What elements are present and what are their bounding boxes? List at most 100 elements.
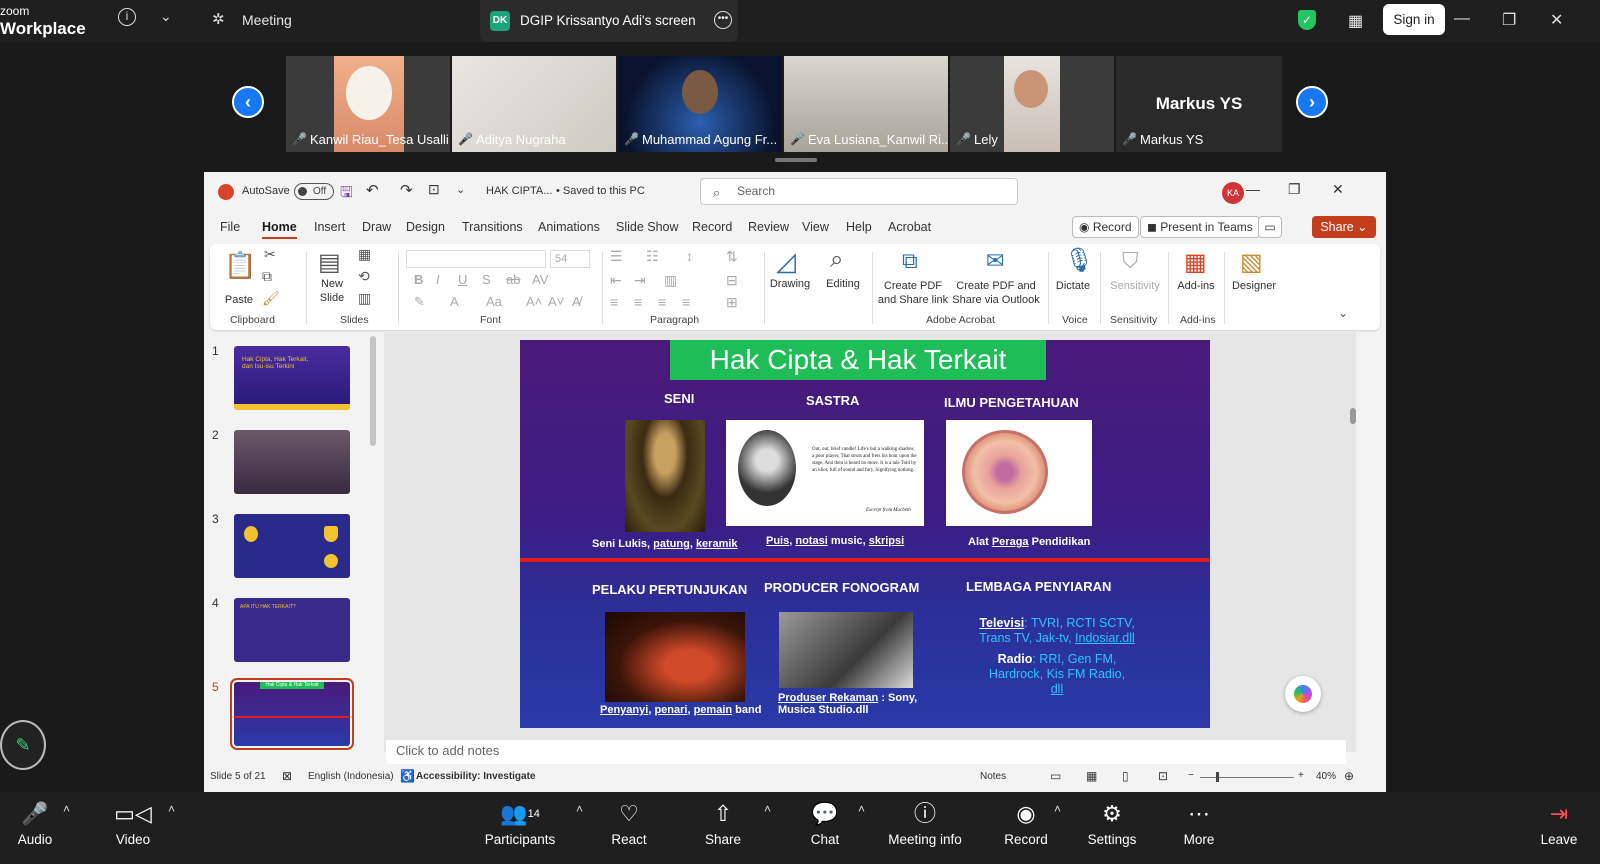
- paste-icon[interactable]: 📋: [224, 250, 256, 281]
- undo-icon[interactable]: ↶: [366, 181, 379, 199]
- slide-thumbnail-2[interactable]: [234, 430, 350, 494]
- new-slide-label-2[interactable]: Slide: [314, 292, 350, 304]
- audio-options-caret[interactable]: ˄: [63, 802, 70, 816]
- clear-format-icon[interactable]: A̸: [572, 294, 581, 309]
- underline-icon[interactable]: U: [458, 272, 467, 287]
- strikethrough-icon[interactable]: ab: [506, 272, 520, 287]
- share-options-caret[interactable]: ˄: [764, 802, 771, 816]
- create-pdf-outlook-label-2[interactable]: Share via Outlook: [950, 294, 1042, 306]
- create-pdf-label-1[interactable]: Create PDF: [874, 280, 952, 292]
- editing-search-icon[interactable]: ⌕: [830, 246, 843, 274]
- tab-draw[interactable]: Draw: [362, 220, 391, 234]
- copilot-icon[interactable]: [1285, 676, 1321, 712]
- file-name[interactable]: HAK CIPTA...: [486, 185, 552, 197]
- participants-button[interactable]: 👥14 Participants: [482, 792, 558, 847]
- save-status[interactable]: • Saved to this PC: [556, 185, 645, 197]
- slideshow-icon[interactable]: ⊡: [1158, 769, 1168, 783]
- fit-slide-icon[interactable]: ⊕: [1344, 769, 1354, 783]
- sensitivity-button-label[interactable]: Sensitivity: [1104, 280, 1166, 292]
- align-text-icon[interactable]: ⊟: [726, 272, 738, 289]
- collapse-ribbon-icon[interactable]: ⌄: [1338, 306, 1348, 320]
- share-button[interactable]: Share ⌄: [1312, 216, 1376, 238]
- participant-tile[interactable]: Markus YS 🎤 Markus YS: [1116, 56, 1282, 152]
- designer-icon[interactable]: ▧: [1240, 248, 1263, 277]
- tab-view[interactable]: View: [802, 220, 829, 234]
- shadow-icon[interactable]: S: [482, 272, 491, 287]
- accessibility-status[interactable]: Accessibility: Investigate: [416, 771, 536, 782]
- close-icon[interactable]: ✕: [1332, 181, 1344, 198]
- align-left-icon[interactable]: ≡: [610, 294, 618, 310]
- record-button[interactable]: ◉ Record: [1072, 216, 1139, 238]
- autosave-toggle[interactable]: Off: [294, 183, 334, 200]
- minimize-icon[interactable]: —: [1246, 181, 1260, 197]
- decrease-indent-icon[interactable]: ⇤: [610, 272, 622, 289]
- resize-handle[interactable]: [775, 158, 817, 162]
- audio-button[interactable]: 🎤 Audio: [10, 792, 60, 847]
- minimize-icon[interactable]: —: [1454, 10, 1470, 28]
- columns-icon[interactable]: ▥: [664, 272, 677, 289]
- paste-label[interactable]: Paste: [222, 294, 256, 306]
- react-button[interactable]: ♡ React: [604, 792, 654, 847]
- increase-indent-icon[interactable]: ⇥: [634, 272, 646, 289]
- slide-thumbnail-5[interactable]: Hak Cipta & Hak Terkait: [230, 678, 354, 750]
- layout-icon[interactable]: ▦: [358, 246, 371, 263]
- reading-view-icon[interactable]: ▯: [1122, 769, 1129, 783]
- drawing-label[interactable]: Drawing: [764, 278, 816, 290]
- sensitivity-icon[interactable]: ⛉: [1122, 248, 1139, 274]
- slide-thumbnail-3[interactable]: [234, 514, 350, 578]
- avatar[interactable]: KA: [1222, 182, 1244, 204]
- justify-icon[interactable]: ≡: [682, 294, 690, 310]
- close-icon[interactable]: ✕: [1550, 10, 1563, 30]
- align-center-icon[interactable]: ≡: [634, 294, 642, 310]
- copy-icon[interactable]: ⧉: [262, 268, 272, 285]
- participant-tile[interactable]: 🎤 Muhammad Agung Fr...: [618, 56, 782, 152]
- designer-label[interactable]: Designer: [1228, 280, 1280, 292]
- tab-acrobat[interactable]: Acrobat: [888, 220, 931, 234]
- annotate-pen-button[interactable]: ✎: [0, 720, 46, 770]
- thumbnail-scrollbar[interactable]: [370, 336, 376, 446]
- shared-screen-tab[interactable]: DK DGIP Krissantyo Adi's screen •••: [480, 0, 738, 42]
- create-pdf-outlook-icon[interactable]: ✉: [986, 248, 1004, 274]
- numbering-icon[interactable]: ☷: [646, 248, 659, 265]
- sign-in-button[interactable]: Sign in: [1383, 4, 1445, 35]
- chat-button[interactable]: 💬 Chat: [800, 792, 850, 847]
- info-icon[interactable]: i: [118, 8, 136, 26]
- record-meeting-button[interactable]: ◉ Record: [998, 792, 1054, 847]
- more-options-icon[interactable]: •••: [714, 11, 732, 29]
- char-spacing-icon[interactable]: AV: [532, 272, 548, 287]
- present-in-teams-button[interactable]: ◼ Present in Teams: [1140, 216, 1260, 238]
- tab-help[interactable]: Help: [846, 220, 872, 234]
- restore-icon[interactable]: ❐: [1502, 10, 1516, 30]
- settings-button[interactable]: ⚙ Settings: [1080, 792, 1144, 847]
- save-icon[interactable]: 🖫: [340, 182, 353, 207]
- addins-icon[interactable]: ▦: [1184, 248, 1207, 277]
- shrink-font-icon[interactable]: A˅: [548, 294, 564, 309]
- record-options-caret[interactable]: ˄: [1054, 802, 1061, 816]
- participant-tile[interactable]: 🎤 Lely: [950, 56, 1114, 152]
- tab-file[interactable]: File: [220, 220, 240, 234]
- tab-transitions[interactable]: Transitions: [462, 220, 523, 234]
- share-screen-button[interactable]: ⇧ Share: [698, 792, 748, 847]
- slide-thumbnail-4[interactable]: APA ITU HAK TERKAIT?: [234, 598, 350, 662]
- strip-next-button[interactable]: ›: [1296, 86, 1328, 118]
- participant-tile[interactable]: 🎤 Eva Lusiana_Kanwil Ri...: [784, 56, 948, 152]
- video-options-caret[interactable]: ˄: [168, 802, 175, 816]
- slide-title[interactable]: Hak Cipta & Hak Terkait: [670, 340, 1046, 380]
- reset-icon[interactable]: ⟲: [358, 268, 370, 285]
- participants-options-caret[interactable]: ˄: [576, 802, 583, 816]
- slide-canvas[interactable]: Hak Cipta & Hak Terkait SENI SASTRA ILMU…: [520, 340, 1210, 728]
- bullets-icon[interactable]: ☰: [610, 248, 623, 265]
- participant-tile[interactable]: 🎤 Kanwil Riau_Tesa Usalli...: [286, 56, 450, 152]
- slide-sorter-icon[interactable]: ▦: [1086, 769, 1097, 783]
- chevron-down-icon[interactable]: ⌄: [160, 8, 172, 25]
- zoom-level[interactable]: 40%: [1316, 771, 1336, 782]
- more-button[interactable]: ⋯ More: [1174, 792, 1224, 847]
- tab-review[interactable]: Review: [748, 220, 789, 234]
- cut-icon[interactable]: ✂: [264, 246, 276, 263]
- bold-icon[interactable]: B: [414, 272, 423, 287]
- font-family-select[interactable]: [406, 250, 546, 268]
- format-painter-icon[interactable]: 🖌: [262, 290, 280, 307]
- shapes-icon[interactable]: ◿: [776, 246, 796, 277]
- meeting-label[interactable]: Meeting: [242, 12, 292, 28]
- highlight-icon[interactable]: ✎: [414, 294, 425, 310]
